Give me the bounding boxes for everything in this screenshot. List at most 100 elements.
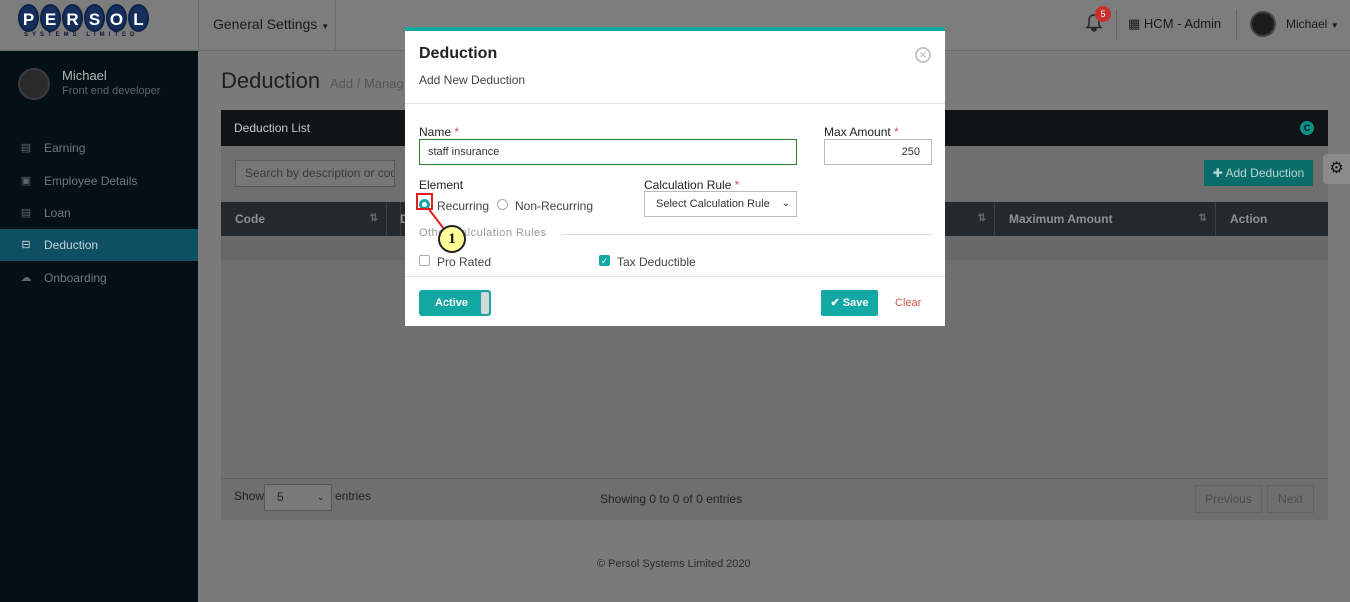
calculation-rule-select[interactable]: Select Calculation Rule ⌄ xyxy=(644,191,797,217)
divider xyxy=(221,478,1328,479)
modal-title: Deduction xyxy=(419,45,498,62)
non-recurring-radio[interactable] xyxy=(497,199,508,210)
save-label: Save xyxy=(842,297,869,309)
sidebar-item-label: Employee Details xyxy=(44,174,138,188)
sidebar-item-label: Loan xyxy=(44,206,71,220)
required-mark: * xyxy=(454,125,460,139)
name-field[interactable]: staff insurance xyxy=(419,139,797,165)
name-label-text: Name xyxy=(419,125,452,139)
max-amount-label-text: Max Amount xyxy=(824,125,891,139)
profile-role: Front end developer xyxy=(62,85,161,97)
footer-copyright: © Persol Systems Limited 2020 xyxy=(597,558,751,570)
logo-wordmark: P E R S O L xyxy=(18,4,149,34)
logo-letter: E xyxy=(40,4,61,32)
logo-subtitle: SYSTEMS LIMITED xyxy=(24,32,139,38)
logo-letter: O xyxy=(106,4,127,32)
divider xyxy=(562,234,932,235)
column-header-sort[interactable]: ⇅ xyxy=(965,202,995,236)
column-header-maximum-amount[interactable]: Maximum Amount ⇅ xyxy=(995,202,1216,236)
divider xyxy=(405,276,945,277)
logo-letter: L xyxy=(128,4,149,32)
element-label: Element xyxy=(419,178,464,192)
name-label: Name * xyxy=(419,125,459,139)
max-amount-field[interactable]: 250 xyxy=(824,139,932,165)
breadcrumb: Add / Manag xyxy=(330,76,404,91)
pro-rated-label[interactable]: Pro Rated xyxy=(437,255,491,269)
chevron-down-icon: ⌄ xyxy=(316,492,325,503)
required-mark: * xyxy=(894,125,899,139)
sort-icon: ⇅ xyxy=(977,213,986,224)
next-page-button[interactable]: Next xyxy=(1267,485,1314,513)
add-deduction-label: Add Deduction xyxy=(1225,166,1305,180)
persol-logo[interactable]: P E R S O L SYSTEMS LIMITED xyxy=(18,4,178,42)
column-header-description[interactable]: D xyxy=(387,202,409,236)
sidebar-item-earning[interactable]: ▤ Earning xyxy=(0,132,198,164)
app-switcher[interactable]: ▦ HCM - Admin xyxy=(1128,16,1221,32)
money-icon: ▤ xyxy=(20,207,32,219)
logo-letter: P xyxy=(18,4,39,32)
minus-square-icon: ⊟ xyxy=(21,239,31,251)
entries-label: entries xyxy=(335,489,372,503)
divider xyxy=(1116,10,1117,40)
show-label: Show xyxy=(234,489,265,503)
page-title: Deduction xyxy=(221,68,321,93)
chevron-down-icon: ⌄ xyxy=(781,198,790,209)
refresh-icon[interactable]: C xyxy=(1300,121,1314,135)
logo-letter: S xyxy=(84,4,105,32)
recurring-label[interactable]: Recurring xyxy=(437,199,489,213)
sort-icon: ⇅ xyxy=(369,213,378,224)
sidebar-item-employee-details[interactable]: ▣ Employee Details xyxy=(0,165,198,197)
save-button[interactable]: ✔ Save xyxy=(821,290,878,316)
sidebar-item-deduction[interactable]: ⊟ Deduction xyxy=(0,229,198,261)
modal-subtitle: Add New Deduction xyxy=(419,73,526,87)
column-label: Code xyxy=(235,212,265,226)
cloud-upload-icon: ☁ xyxy=(20,272,32,284)
annotation-step-badge: 1 xyxy=(438,225,466,253)
calculation-rule-value: Select Calculation Rule xyxy=(656,198,770,210)
caret-down-icon: ▼ xyxy=(1330,21,1339,30)
grid-icon: ▦ xyxy=(1128,16,1141,31)
add-deduction-button[interactable]: ✚ Add Deduction xyxy=(1204,160,1313,186)
deduction-modal: Deduction Add New Deduction ✕ Name * sta… xyxy=(405,27,945,326)
previous-page-button[interactable]: Previous xyxy=(1195,485,1262,513)
page-size-select[interactable]: 5 ⌄ xyxy=(264,484,332,511)
pro-rated-checkbox[interactable] xyxy=(419,255,430,266)
sidebar-item-loan[interactable]: ▤ Loan xyxy=(0,197,198,229)
clear-button[interactable]: Clear xyxy=(895,297,921,309)
tax-deductible-label[interactable]: Tax Deductible xyxy=(617,255,696,269)
column-label: Maximum Amount xyxy=(1009,212,1113,226)
sidebar-item-label: Earning xyxy=(44,141,86,155)
notification-badge: 5 xyxy=(1095,6,1111,22)
gear-icon[interactable]: ⚙ xyxy=(1323,154,1350,184)
tax-deductible-checkbox[interactable]: ✓ xyxy=(599,255,610,266)
sidebar: Michael Front end developer ▤ Earning ▣ … xyxy=(0,51,198,602)
close-icon[interactable]: ✕ xyxy=(915,47,931,63)
divider xyxy=(1236,10,1237,40)
profile-name: Michael xyxy=(62,68,107,83)
required-mark: * xyxy=(734,178,740,192)
app-switcher-label: HCM - Admin xyxy=(1143,16,1222,31)
column-label: Action xyxy=(1230,212,1268,226)
sidebar-item-label: Onboarding xyxy=(44,271,107,285)
money-icon: ▤ xyxy=(20,142,32,154)
column-header-code[interactable]: Code ⇅ xyxy=(221,202,387,236)
caret-down-icon: ▼ xyxy=(321,22,330,31)
search-input[interactable]: Search by description or code o xyxy=(235,160,395,187)
check-icon: ✔ xyxy=(830,297,840,309)
plus-icon: ✚ xyxy=(1212,166,1223,180)
calculation-rule-label: Calculation Rule * xyxy=(644,178,739,192)
active-toggle[interactable]: Active xyxy=(419,290,491,316)
avatar[interactable] xyxy=(1250,11,1276,37)
general-settings-dropdown[interactable]: General Settings ▼ xyxy=(198,0,336,51)
sidebar-item-onboarding[interactable]: ☁ Onboarding xyxy=(0,262,198,294)
column-header-action: Action xyxy=(1216,202,1328,236)
page-size-value: 5 xyxy=(277,490,284,504)
max-amount-label: Max Amount * xyxy=(824,125,899,139)
divider xyxy=(405,103,945,104)
calculation-rule-label-text: Calculation Rule xyxy=(644,178,732,192)
avatar xyxy=(18,68,50,100)
card-title: Deduction List xyxy=(234,121,311,135)
sort-icon: ⇅ xyxy=(1198,213,1207,224)
non-recurring-label[interactable]: Non-Recurring xyxy=(515,199,593,213)
user-menu[interactable]: Michael ▼ xyxy=(1286,17,1339,31)
